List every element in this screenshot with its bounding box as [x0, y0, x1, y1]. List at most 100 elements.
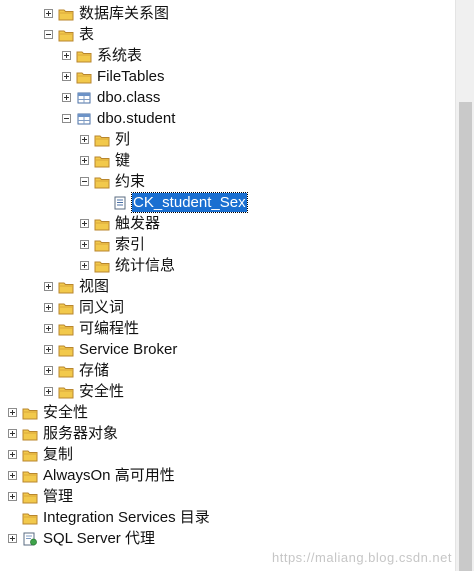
expand-plus-icon[interactable]: [80, 156, 89, 165]
expand-plus-icon[interactable]: [8, 471, 17, 480]
folder-icon: [89, 238, 110, 252]
expand-plus-icon[interactable]: [8, 534, 17, 543]
tree-node[interactable]: 服务器对象: [8, 423, 119, 444]
expand-plus-icon[interactable]: [44, 282, 53, 291]
collapse-minus-icon[interactable]: [44, 30, 53, 39]
tree-node-label[interactable]: 管理: [42, 487, 74, 506]
folder-icon: [53, 385, 74, 399]
tree-node-label[interactable]: AlwaysOn 高可用性: [42, 466, 176, 485]
tree-node-label[interactable]: 安全性: [42, 403, 89, 422]
folder-icon: [89, 217, 110, 231]
expand-plus-icon[interactable]: [62, 72, 71, 81]
folder-icon: [89, 133, 110, 147]
expand-plus-icon[interactable]: [44, 345, 53, 354]
tree-node-label[interactable]: 复制: [42, 445, 74, 464]
expand-plus-icon[interactable]: [8, 492, 17, 501]
expand-plus-icon[interactable]: [80, 219, 89, 228]
folder-icon: [53, 343, 74, 357]
expand-plus-icon[interactable]: [44, 324, 53, 333]
tree-node-label[interactable]: 列: [114, 130, 131, 149]
watermark: https://maliang.blog.csdn.net: [272, 550, 452, 565]
tree-node-label[interactable]: 存储: [78, 361, 110, 380]
tree-node-label[interactable]: 表: [78, 25, 95, 44]
tree-node[interactable]: 键: [80, 150, 131, 171]
tree-node-label[interactable]: 数据库关系图: [78, 4, 170, 23]
tree-node-label[interactable]: FileTables: [96, 67, 166, 86]
expand-plus-icon[interactable]: [44, 366, 53, 375]
tree-node[interactable]: 系统表: [62, 45, 143, 66]
tree-node[interactable]: 同义词: [44, 297, 125, 318]
tree-node[interactable]: 可编程性: [44, 318, 140, 339]
folder-icon: [53, 280, 74, 294]
tree-node[interactable]: 表: [44, 24, 95, 45]
tree-node-label[interactable]: dbo.student: [96, 109, 176, 128]
tree-node[interactable]: 存储: [44, 360, 110, 381]
expand-plus-icon[interactable]: [44, 303, 53, 312]
tree-node-label[interactable]: Service Broker: [78, 340, 178, 359]
folder-icon: [17, 406, 38, 420]
expand-plus-icon[interactable]: [8, 408, 17, 417]
tree-node[interactable]: CK_student_Sex: [98, 192, 248, 213]
tree-node-label[interactable]: 安全性: [78, 382, 125, 401]
tree-node-label[interactable]: 键: [114, 151, 131, 170]
tree-node[interactable]: 数据库关系图: [44, 3, 170, 24]
tree-node-label[interactable]: 统计信息: [114, 256, 176, 275]
folder-icon: [89, 175, 110, 189]
tree-node[interactable]: 统计信息: [80, 255, 176, 276]
expand-plus-icon[interactable]: [62, 51, 71, 60]
tree-node[interactable]: 视图: [44, 276, 110, 297]
agent-icon: [17, 532, 38, 546]
tree-node[interactable]: 安全性: [44, 381, 125, 402]
tree-node[interactable]: Service Broker: [44, 339, 178, 360]
tree-node-label[interactable]: 同义词: [78, 298, 125, 317]
folder-icon: [17, 427, 38, 441]
tree-node-label[interactable]: SQL Server 代理: [42, 529, 156, 548]
collapse-minus-icon[interactable]: [80, 177, 89, 186]
expand-plus-icon[interactable]: [8, 450, 17, 459]
tree-node-label[interactable]: 视图: [78, 277, 110, 296]
folder-icon: [89, 154, 110, 168]
folder-icon: [53, 7, 74, 21]
tree-node[interactable]: dbo.student: [62, 108, 176, 129]
tree-node-label[interactable]: 系统表: [96, 46, 143, 65]
tree-node[interactable]: 安全性: [8, 402, 89, 423]
expand-plus-icon[interactable]: [80, 240, 89, 249]
tree-node[interactable]: 触发器: [80, 213, 161, 234]
folder-icon: [53, 301, 74, 315]
tree-node-label[interactable]: Integration Services 目录: [42, 508, 211, 527]
folder-icon: [71, 70, 92, 84]
tree-node-label[interactable]: 可编程性: [78, 319, 140, 338]
tree-node[interactable]: 索引: [80, 234, 146, 255]
collapse-minus-icon[interactable]: [62, 114, 71, 123]
expand-plus-icon[interactable]: [44, 9, 53, 18]
tree-node[interactable]: AlwaysOn 高可用性: [8, 465, 176, 486]
tree-node[interactable]: FileTables: [62, 66, 166, 87]
expand-plus-icon[interactable]: [62, 93, 71, 102]
scrollbar-thumb[interactable]: [459, 102, 472, 571]
tree-node-label[interactable]: 索引: [114, 235, 146, 254]
expand-plus-icon[interactable]: [44, 387, 53, 396]
tree-node[interactable]: dbo.class: [62, 87, 161, 108]
tree-node[interactable]: 约束: [80, 171, 146, 192]
folder-icon: [17, 490, 38, 504]
tree-node-label[interactable]: dbo.class: [96, 88, 161, 107]
tree-node-label[interactable]: 约束: [114, 172, 146, 191]
expand-plus-icon[interactable]: [80, 135, 89, 144]
folder-icon: [17, 448, 38, 462]
folder-icon: [17, 511, 38, 525]
tree-node-label[interactable]: 触发器: [114, 214, 161, 233]
tree-node[interactable]: Integration Services 目录: [8, 507, 211, 528]
tree-node-label[interactable]: CK_student_Sex: [131, 192, 248, 213]
tree-node[interactable]: SQL Server 代理: [8, 528, 156, 549]
expand-plus-icon[interactable]: [80, 261, 89, 270]
constraint-icon: [107, 196, 128, 210]
tree-node-label[interactable]: 服务器对象: [42, 424, 119, 443]
vertical-scrollbar[interactable]: [455, 0, 474, 571]
tree-node[interactable]: 列: [80, 129, 131, 150]
object-explorer-tree[interactable]: 数据库关系图表系统表 FileTables dbo.class dbo.student…: [0, 0, 455, 571]
expand-plus-icon[interactable]: [8, 429, 17, 438]
tree-node[interactable]: 管理: [8, 486, 74, 507]
tree-node[interactable]: 复制: [8, 444, 74, 465]
folder-icon: [53, 364, 74, 378]
